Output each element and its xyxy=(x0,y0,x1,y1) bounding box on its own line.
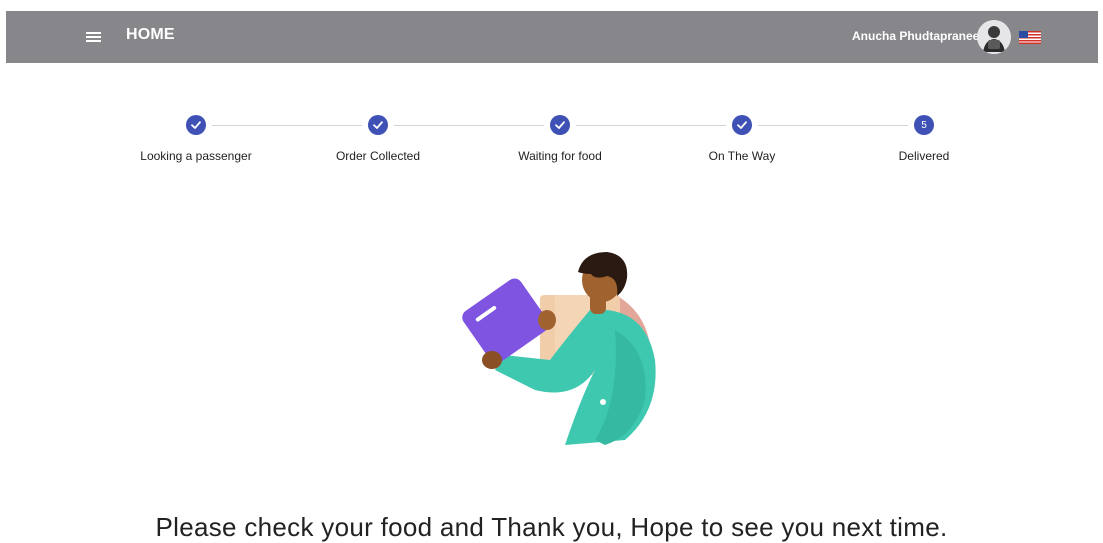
step-order-collected: Order Collected xyxy=(278,115,478,163)
step-looking-passenger: Looking a passenger xyxy=(96,115,296,163)
thank-you-message: Please check your food and Thank you, Ho… xyxy=(155,512,948,542)
page-title: HOME xyxy=(126,26,175,43)
delivery-person-illustration xyxy=(455,250,665,450)
user-name[interactable]: Anucha Phudtapranee xyxy=(852,29,979,43)
check-icon xyxy=(186,115,206,135)
avatar[interactable] xyxy=(977,20,1011,54)
check-icon xyxy=(368,115,388,135)
menu-icon[interactable] xyxy=(82,25,106,49)
step-label: Order Collected xyxy=(335,149,421,163)
step-label: On The Way xyxy=(708,149,776,163)
top-app-bar: HOME Anucha Phudtapranee xyxy=(6,11,1098,63)
check-icon xyxy=(550,115,570,135)
page: HOME Anucha Phudtapranee Looking a passe… xyxy=(0,0,1103,543)
order-progress-stepper: Looking a passenger Order Collected Wait… xyxy=(0,105,1103,175)
check-icon xyxy=(732,115,752,135)
step-waiting-food: Waiting for food xyxy=(460,115,660,163)
us-flag-icon[interactable] xyxy=(1019,31,1041,44)
step-label: Waiting for food xyxy=(518,149,602,163)
step-on-the-way: On The Way xyxy=(642,115,842,163)
step-delivered: 5 Delivered xyxy=(824,115,1024,163)
step-label: Delivered xyxy=(898,149,950,163)
step-number: 5 xyxy=(914,115,934,135)
step-label: Looking a passenger xyxy=(140,149,252,163)
